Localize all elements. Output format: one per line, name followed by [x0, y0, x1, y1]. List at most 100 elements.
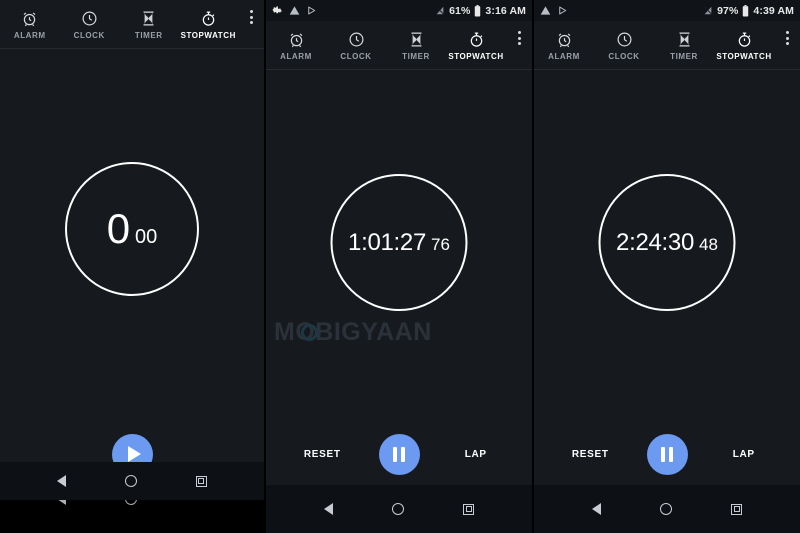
screenshot-collage: ALARM CLOCK TIMER STOPWATCH 0 00 61% 3:1…	[0, 0, 800, 533]
no-signal-icon	[435, 5, 445, 16]
stopwatch-dial-panel2: 1:01:27 76	[330, 174, 468, 311]
three-dots-vertical-icon	[249, 10, 253, 13]
more-options-button[interactable]	[774, 31, 800, 45]
stopwatch-icon	[200, 10, 217, 28]
alarm-clock-icon	[556, 31, 573, 49]
pause-button[interactable]	[378, 433, 420, 475]
stopwatch-time-fraction: 76	[431, 234, 450, 254]
tab-alarm-label: ALARM	[548, 52, 580, 61]
reset-button[interactable]: RESET	[534, 449, 647, 460]
tab-bar-panel1: ALARM CLOCK TIMER STOPWATCH	[0, 0, 264, 49]
lap-button[interactable]: LAP	[688, 449, 800, 460]
tab-clock-label: CLOCK	[340, 52, 372, 61]
tab-timer-label: TIMER	[134, 31, 163, 40]
stopwatch-time-fraction: 48	[699, 234, 718, 254]
warning-triangle-icon	[540, 5, 551, 16]
stopwatch-icon	[468, 31, 485, 49]
phone-screen-stopwatch-stopped: ALARM CLOCK TIMER STOPWATCH 0 00	[0, 0, 264, 533]
pause-button[interactable]	[646, 433, 688, 475]
tab-bar-panel3: ALARM CLOCK TIMER STOPWATCH	[534, 21, 800, 70]
more-options-button[interactable]	[238, 10, 264, 24]
tab-clock[interactable]: CLOCK	[594, 29, 654, 61]
recents-icon[interactable]	[195, 475, 207, 487]
battery-icon	[742, 4, 749, 17]
stopwatch-controls-panel3: RESET LAP	[534, 423, 800, 485]
stopwatch-time-fraction: 00	[135, 226, 158, 248]
tab-alarm[interactable]: ALARM	[0, 8, 60, 40]
tab-timer[interactable]: TIMER	[386, 29, 446, 61]
back-icon-ghost	[57, 500, 67, 505]
stopwatch-time-main: 1:01:27	[348, 228, 427, 256]
clock-icon	[81, 10, 98, 28]
warning-triangle-icon	[289, 5, 300, 16]
hourglass-icon	[676, 31, 693, 49]
tab-stopwatch-label: STOPWATCH	[448, 52, 504, 61]
tab-alarm[interactable]: ALARM	[266, 29, 326, 61]
watermark-text: MOBIGYAAN	[274, 318, 432, 346]
recents-icon[interactable]	[463, 503, 475, 515]
navbar-ghost-artifact	[0, 500, 264, 533]
clock-icon	[348, 31, 365, 49]
stopwatch-time-panel1: 0 00	[107, 205, 158, 253]
pause-icon	[661, 446, 673, 462]
battery-percent-label: 97%	[717, 4, 739, 17]
stopwatch-time-main: 0	[106, 205, 131, 252]
home-icon[interactable]	[391, 503, 404, 515]
gear-icon	[272, 5, 283, 16]
tab-stopwatch[interactable]: STOPWATCH	[179, 8, 239, 40]
tab-clock[interactable]: CLOCK	[60, 8, 120, 40]
three-dots-vertical-icon	[517, 31, 521, 34]
stopwatch-time-panel3: 2:24:30 48	[616, 229, 718, 257]
stopwatch-time-panel2: 1:01:27 76	[348, 229, 450, 257]
tab-alarm[interactable]: ALARM	[534, 29, 594, 61]
lap-button[interactable]: LAP	[420, 449, 533, 460]
reset-button[interactable]: RESET	[266, 449, 379, 460]
phone-screen-stopwatch-running-1: 61% 3:16 AM ALARM CLOCK TIMER STOPWATCH …	[266, 0, 532, 533]
stopwatch-dial-panel3: 2:24:30 48	[598, 174, 736, 311]
play-triangle-icon	[557, 5, 568, 16]
recents-icon[interactable]	[731, 503, 743, 515]
phone-screen-stopwatch-running-2: 97% 4:39 AM ALARM CLOCK TIMER STOPWATCH …	[534, 0, 800, 533]
back-icon[interactable]	[323, 503, 333, 515]
pause-icon	[393, 446, 405, 462]
tab-stopwatch[interactable]: STOPWATCH	[446, 29, 506, 61]
status-bar-clock: 4:39 AM	[753, 4, 794, 17]
status-bar-clock: 3:16 AM	[485, 4, 526, 17]
clock-icon	[616, 31, 633, 49]
tab-clock-label: CLOCK	[73, 31, 105, 40]
watermark-ring-icon	[301, 324, 318, 341]
tab-timer[interactable]: TIMER	[654, 29, 714, 61]
more-options-button[interactable]	[506, 31, 532, 45]
tab-clock-label: CLOCK	[608, 52, 640, 61]
tab-timer[interactable]: TIMER	[119, 8, 179, 40]
status-bar-left-icons	[540, 5, 703, 16]
tab-bar-panel2: ALARM CLOCK TIMER STOPWATCH	[266, 21, 532, 70]
status-bar-right: 61% 3:16 AM	[435, 4, 526, 17]
tab-stopwatch[interactable]: STOPWATCH	[714, 29, 774, 61]
hourglass-icon	[140, 10, 157, 28]
stopwatch-time-main: 2:24:30	[616, 228, 695, 256]
back-icon[interactable]	[591, 503, 601, 515]
site-watermark: MOBIGYAAN	[274, 318, 432, 347]
play-icon	[127, 446, 141, 462]
status-bar-right: 97% 4:39 AM	[703, 4, 794, 17]
home-icon[interactable]	[659, 503, 672, 515]
status-bar-panel2: 61% 3:16 AM	[266, 0, 532, 21]
tab-timer-label: TIMER	[670, 52, 698, 61]
tab-stopwatch-label: STOPWATCH	[716, 52, 772, 61]
three-dots-vertical-icon	[785, 31, 789, 34]
android-navbar-panel1	[0, 462, 264, 500]
home-icon[interactable]	[124, 475, 137, 487]
battery-icon	[474, 4, 481, 17]
no-signal-icon	[703, 5, 713, 16]
back-icon[interactable]	[57, 475, 67, 487]
stopwatch-dial-panel1: 0 00	[65, 162, 199, 296]
home-icon-ghost	[124, 500, 137, 505]
stopwatch-icon	[736, 31, 753, 49]
status-bar-panel3: 97% 4:39 AM	[534, 0, 800, 21]
android-navbar-panel3	[534, 485, 800, 533]
hourglass-icon	[408, 31, 425, 49]
stopwatch-controls-panel2: RESET LAP	[266, 423, 532, 485]
alarm-clock-icon	[21, 10, 38, 28]
tab-clock[interactable]: CLOCK	[326, 29, 386, 61]
